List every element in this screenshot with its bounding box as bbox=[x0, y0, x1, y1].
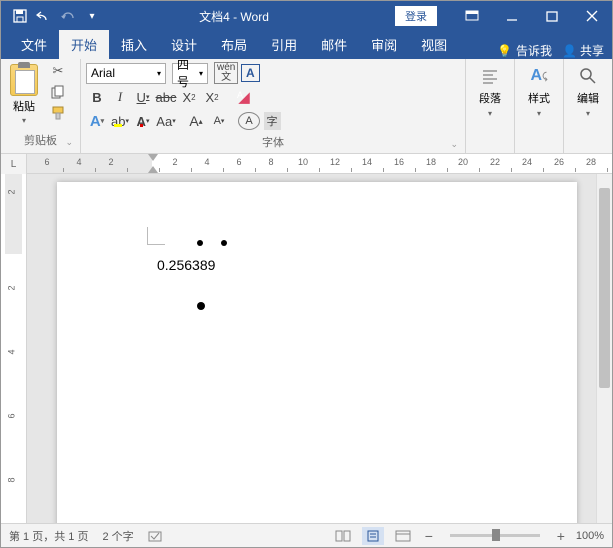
text-effects-button[interactable]: A▾ bbox=[86, 110, 108, 132]
word-count[interactable]: 2 个字 bbox=[102, 528, 133, 544]
find-icon bbox=[578, 65, 598, 87]
login-button[interactable]: 登录 bbox=[395, 6, 437, 26]
redo-icon[interactable] bbox=[57, 5, 79, 27]
font-size-select[interactable]: 四号▾ bbox=[172, 63, 208, 84]
zoom-slider[interactable] bbox=[450, 534, 540, 537]
styles-button[interactable]: A⤹ 样式▾ bbox=[520, 62, 558, 121]
tab-layout[interactable]: 布局 bbox=[209, 30, 259, 59]
print-layout-icon[interactable] bbox=[362, 527, 384, 545]
qat-customize-icon[interactable]: ▾ bbox=[81, 5, 103, 27]
font-color-button[interactable]: A▾ bbox=[132, 110, 154, 132]
highlight-button[interactable]: ab▾ bbox=[109, 110, 131, 132]
ribbon-options-icon[interactable] bbox=[452, 1, 492, 31]
italic-button[interactable]: I bbox=[109, 86, 131, 108]
web-layout-icon[interactable] bbox=[392, 527, 414, 545]
undo-icon[interactable] bbox=[33, 5, 55, 27]
copy-icon[interactable] bbox=[47, 83, 69, 101]
tab-insert[interactable]: 插入 bbox=[109, 30, 159, 59]
window-title: 文档4 - Word bbox=[103, 8, 395, 25]
tab-review[interactable]: 审阅 bbox=[359, 30, 409, 59]
read-mode-icon[interactable] bbox=[332, 527, 354, 545]
paragraph-button[interactable]: 段落▾ bbox=[471, 62, 509, 121]
cut-icon[interactable]: ✂ bbox=[47, 62, 69, 80]
bullet-dots bbox=[197, 240, 227, 246]
subscript-button[interactable]: X2 bbox=[178, 86, 200, 108]
document-text[interactable]: 0.256389 bbox=[157, 257, 215, 273]
page-indicator[interactable]: 第 1 页，共 1 页 bbox=[9, 528, 88, 544]
lightbulb-icon: 💡 bbox=[497, 44, 512, 58]
char-border-button[interactable]: A bbox=[239, 62, 261, 84]
shrink-font-button[interactable]: A▾ bbox=[208, 110, 230, 132]
phonetic-guide-button[interactable]: wén文 bbox=[214, 62, 238, 84]
close-icon[interactable] bbox=[572, 1, 612, 31]
superscript-button[interactable]: X2 bbox=[201, 86, 223, 108]
font-name-select[interactable]: Arial▾ bbox=[86, 63, 166, 84]
share-button[interactable]: 👤共享 bbox=[562, 42, 604, 59]
minimize-icon[interactable] bbox=[492, 1, 532, 31]
horizontal-ruler[interactable]: 642246810121416182022242628 bbox=[27, 154, 612, 173]
tab-design[interactable]: 设计 bbox=[159, 30, 209, 59]
save-icon[interactable] bbox=[9, 5, 31, 27]
clear-format-button[interactable]: ◢A bbox=[233, 86, 255, 108]
share-icon: 👤 bbox=[562, 44, 577, 58]
font-group-label: 字体 bbox=[86, 132, 460, 152]
scroll-thumb[interactable] bbox=[599, 188, 610, 388]
paragraph-icon bbox=[480, 65, 500, 87]
spellcheck-icon[interactable] bbox=[148, 529, 164, 543]
vertical-scrollbar[interactable] bbox=[596, 174, 612, 523]
zoom-out-button[interactable]: − bbox=[422, 528, 436, 544]
margin-corner-mark bbox=[147, 227, 165, 245]
tab-references[interactable]: 引用 bbox=[259, 30, 309, 59]
format-painter-icon[interactable] bbox=[47, 104, 69, 122]
bold-button[interactable]: B bbox=[86, 86, 108, 108]
vertical-ruler[interactable]: 22468 bbox=[1, 174, 27, 523]
strike-button[interactable]: abc bbox=[155, 86, 177, 108]
maximize-icon[interactable] bbox=[532, 1, 572, 31]
tab-view[interactable]: 视图 bbox=[409, 30, 459, 59]
zoom-in-button[interactable]: + bbox=[554, 528, 568, 544]
zoom-thumb[interactable] bbox=[492, 529, 500, 541]
editing-button[interactable]: 编辑▾ bbox=[569, 62, 607, 121]
grow-font-button[interactable]: A▴ bbox=[185, 110, 207, 132]
tab-mail[interactable]: 邮件 bbox=[309, 30, 359, 59]
tab-home[interactable]: 开始 bbox=[59, 30, 109, 59]
styles-icon: A⤹ bbox=[529, 65, 549, 87]
first-line-indent-marker[interactable] bbox=[148, 154, 158, 161]
paste-button[interactable]: 粘贴 ▾ bbox=[6, 62, 42, 127]
ruler-corner[interactable]: L bbox=[1, 154, 27, 174]
enclose-char-button[interactable]: A bbox=[238, 112, 260, 130]
zoom-level[interactable]: 100% bbox=[576, 530, 604, 542]
bullet-dot bbox=[197, 302, 205, 310]
tellme-button[interactable]: 💡告诉我 bbox=[497, 42, 552, 59]
document-area[interactable]: 0.256389 bbox=[27, 174, 612, 523]
hanging-indent-marker[interactable] bbox=[148, 166, 158, 173]
page[interactable]: 0.256389 bbox=[57, 182, 577, 523]
tab-file[interactable]: 文件 bbox=[9, 30, 59, 59]
paste-icon bbox=[10, 64, 38, 96]
change-case-button[interactable]: 字 bbox=[261, 110, 283, 132]
clipboard-group-label: 剪贴板 bbox=[6, 130, 75, 150]
char-shading-button[interactable]: Aa▾ bbox=[155, 110, 177, 132]
underline-button[interactable]: U ▾ bbox=[132, 86, 154, 108]
